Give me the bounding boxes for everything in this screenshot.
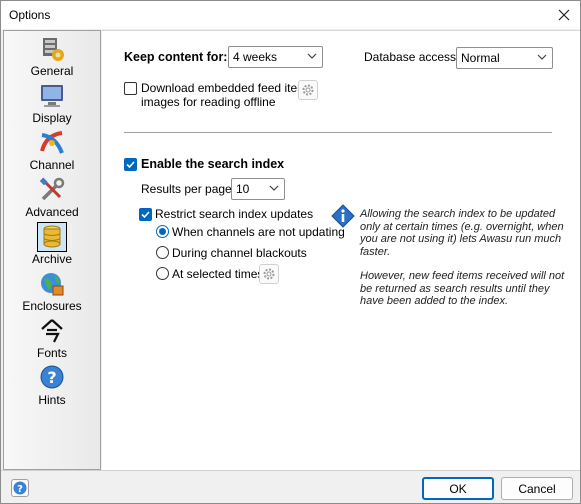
download-images-settings-button[interactable] <box>298 80 318 100</box>
info-icon <box>331 204 355 228</box>
options-dialog: Options General Display Channel Advanced… <box>0 0 581 504</box>
help-button[interactable]: ? <box>11 479 29 497</box>
restrict-updates-label: Restrict search index updates <box>155 207 314 221</box>
database-access-label: Database access: <box>364 50 460 64</box>
archive-panel: Keep content for: 4 weeks Database acces… <box>102 30 580 470</box>
restrict-updates-checkbox[interactable] <box>139 208 152 221</box>
radio-label: At selected times <box>172 267 264 281</box>
title-bar: Options <box>1 1 580 29</box>
sidebar-item-channel[interactable]: Channel <box>4 127 100 173</box>
archive-icon <box>37 222 67 252</box>
download-images-checkbox[interactable] <box>124 82 137 95</box>
radio-when-not-updating[interactable] <box>156 225 169 238</box>
window-title: Options <box>9 8 51 22</box>
radio-label: When channels are not updating <box>172 225 345 239</box>
gear-icon <box>263 268 275 280</box>
database-access-select[interactable]: Normal <box>456 47 553 69</box>
chevron-down-icon <box>269 185 279 191</box>
sidebar-item-label: Fonts <box>36 346 67 360</box>
close-button[interactable] <box>554 5 574 25</box>
checkmark-icon <box>141 211 150 219</box>
download-images-label-line1: Download embedded feed item <box>141 81 308 95</box>
sidebar-item-hints[interactable]: ? Hints <box>4 362 100 408</box>
sidebar-item-general[interactable]: General <box>4 33 100 79</box>
info-paragraph-1: Allowing the search index to be updated … <box>360 208 564 258</box>
download-images-label-line2: images for reading offline <box>141 95 276 109</box>
cancel-button[interactable]: Cancel <box>501 477 573 500</box>
sidebar-item-advanced[interactable]: Advanced <box>4 174 100 220</box>
channel-icon <box>40 131 64 154</box>
svg-text:?: ? <box>47 368 56 387</box>
chevron-down-icon <box>537 54 547 60</box>
svg-text:?: ? <box>17 484 23 495</box>
enable-search-index-label: Enable the search index <box>141 157 285 171</box>
sidebar-item-label: Hints <box>38 393 66 407</box>
sidebar-item-label: Display <box>32 111 72 125</box>
keep-content-label: Keep content for: <box>124 50 228 64</box>
radio-during-blackouts[interactable] <box>156 246 169 259</box>
sidebar-item-label: Enclosures <box>22 299 82 313</box>
close-icon <box>558 9 570 21</box>
enclosures-icon <box>41 273 64 296</box>
ok-button[interactable]: OK <box>422 477 494 500</box>
radio-label: During channel blackouts <box>172 246 307 260</box>
advanced-icon <box>39 177 65 201</box>
chevron-down-icon <box>307 53 317 59</box>
results-per-page-label: Results per page: <box>141 182 236 196</box>
results-per-page-select[interactable]: 10 <box>231 178 285 200</box>
database-access-value: Normal <box>461 51 500 65</box>
hints-icon: ? <box>40 365 64 389</box>
sidebar-item-enclosures[interactable]: Enclosures <box>4 268 100 314</box>
fonts-icon <box>41 319 63 343</box>
general-icon <box>43 38 64 61</box>
sidebar-item-label: Channel <box>29 158 75 172</box>
radio-at-selected-times[interactable] <box>156 267 169 280</box>
sidebar-item-archive[interactable]: Archive <box>4 221 100 267</box>
checkmark-icon <box>126 161 135 169</box>
info-paragraph-2: However, new feed items received will no… <box>360 270 565 307</box>
search-index-info-text: Allowing the search index to be updated … <box>360 208 565 320</box>
keep-content-select[interactable]: 4 weeks <box>228 46 323 68</box>
sidebar-item-label: Advanced <box>25 205 79 219</box>
sidebar-item-display[interactable]: Display <box>4 80 100 126</box>
sidebar-item-label: General <box>30 64 74 78</box>
help-icon: ? <box>13 481 27 495</box>
sidebar-item-label: Archive <box>31 252 72 266</box>
keep-content-value: 4 weeks <box>233 50 278 64</box>
dialog-footer: ? OK Cancel <box>1 470 580 503</box>
display-icon <box>41 85 63 107</box>
sidebar-item-fonts[interactable]: Fonts <box>4 315 100 361</box>
gear-icon <box>302 84 314 96</box>
enable-search-index-checkbox[interactable] <box>124 158 137 171</box>
sidebar: General Display Channel Advanced Archive… <box>3 30 101 470</box>
selected-times-settings-button[interactable] <box>259 264 279 284</box>
section-divider <box>124 132 552 133</box>
results-per-page-value: 10 <box>236 182 250 196</box>
